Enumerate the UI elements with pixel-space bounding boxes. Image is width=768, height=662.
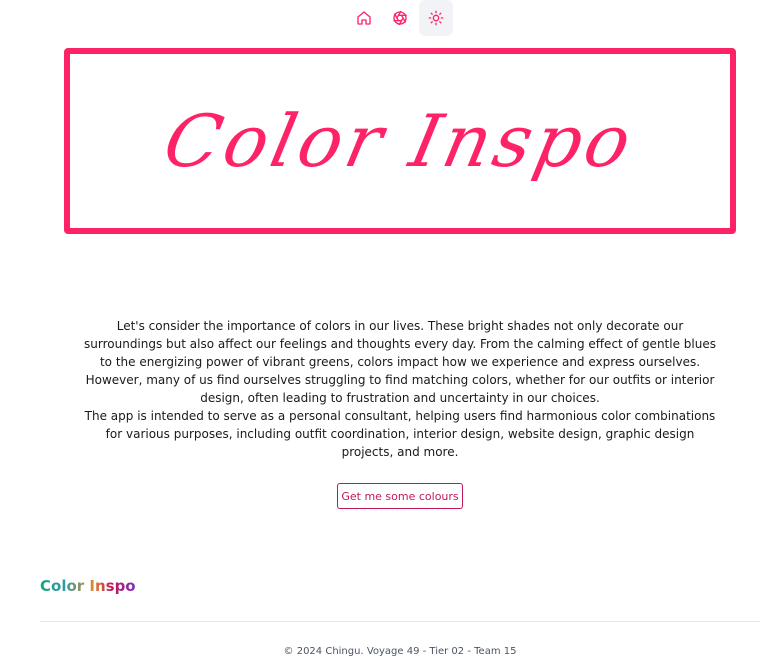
intro-paragraph-2: The app is intended to serve as a person… [84,409,716,459]
sun-icon [428,10,444,26]
nav-home-button[interactable] [347,0,381,36]
nav-palette-button[interactable] [383,0,417,36]
top-nav [0,0,768,36]
aperture-icon [393,10,407,26]
footer-divider [40,621,760,622]
copyright-text: © 2024 Chingu. Voyage 49 - Tier 02 - Tea… [283,646,517,657]
intro-paragraph-1: Let's consider the importance of colors … [84,319,716,405]
home-icon [357,11,371,25]
hero-title: Color Inspo [157,99,643,183]
hero-banner: Color Inspo [64,48,736,234]
intro-text: Let's consider the importance of colors … [84,317,716,461]
footer-logo[interactable]: Color Inspo [40,577,136,595]
theme-toggle-button[interactable] [419,0,453,36]
get-colours-button[interactable]: Get me some colours [337,483,463,509]
